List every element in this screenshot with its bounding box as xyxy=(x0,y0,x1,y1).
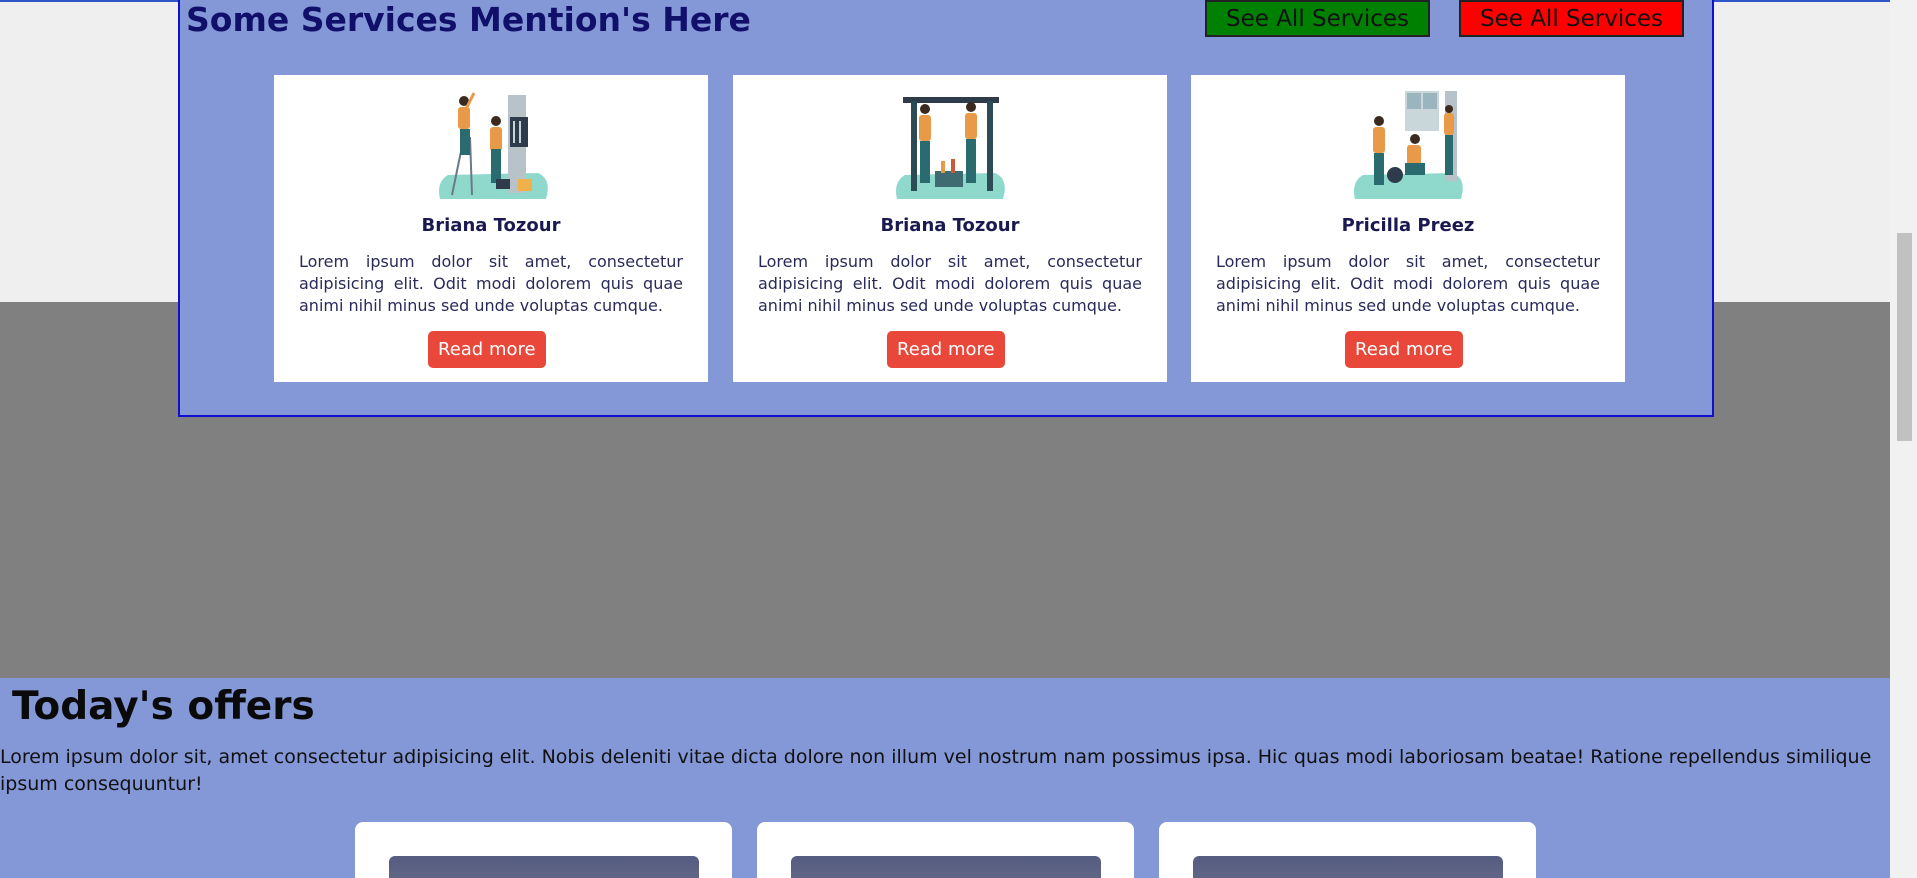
offer-image xyxy=(1193,856,1503,878)
offer-card[interactable] xyxy=(757,822,1134,878)
service-card: Briana Tozour Lorem ipsum dolor sit amet… xyxy=(274,75,708,382)
offer-image xyxy=(791,856,1101,878)
see-all-services-button-red[interactable]: See All Services xyxy=(1459,0,1684,37)
services-title: Some Services Mention's Here xyxy=(186,0,751,39)
service-card: Briana Tozour Lorem ipsum dolor sit amet… xyxy=(733,75,1167,382)
offers-section: Today's offers Lorem ipsum dolor sit, am… xyxy=(0,678,1890,878)
offer-card[interactable] xyxy=(355,822,732,878)
offer-card[interactable] xyxy=(1159,822,1536,878)
repair-workers-illustration xyxy=(1354,91,1463,199)
card-name: Briana Tozour xyxy=(880,215,1020,236)
offers-title: Today's offers xyxy=(12,684,315,729)
scrollbar-thumb[interactable] xyxy=(1897,233,1912,441)
card-text: Lorem ipsum dolor sit amet, consectetur … xyxy=(1216,252,1600,315)
card-name: Pricilla Preez xyxy=(1341,215,1475,236)
card-name: Briana Tozour xyxy=(421,215,561,236)
services-section: Some Services Mention's Here See All Ser… xyxy=(178,0,1714,417)
service-card: Pricilla Preez Lorem ipsum dolor sit ame… xyxy=(1191,75,1625,382)
read-more-button[interactable]: Read more xyxy=(1345,331,1463,368)
electricians-illustration xyxy=(439,92,548,199)
plumbers-illustration xyxy=(896,97,1005,199)
card-text: Lorem ipsum dolor sit amet, consectetur … xyxy=(299,252,683,315)
card-text: Lorem ipsum dolor sit amet, consectetur … xyxy=(758,252,1142,315)
see-all-services-button-green[interactable]: See All Services xyxy=(1205,0,1430,37)
offer-image xyxy=(389,856,699,878)
read-more-button[interactable]: Read more xyxy=(428,331,546,368)
read-more-button[interactable]: Read more xyxy=(887,331,1005,368)
offers-text: Lorem ipsum dolor sit, amet consectetur … xyxy=(0,746,1872,795)
